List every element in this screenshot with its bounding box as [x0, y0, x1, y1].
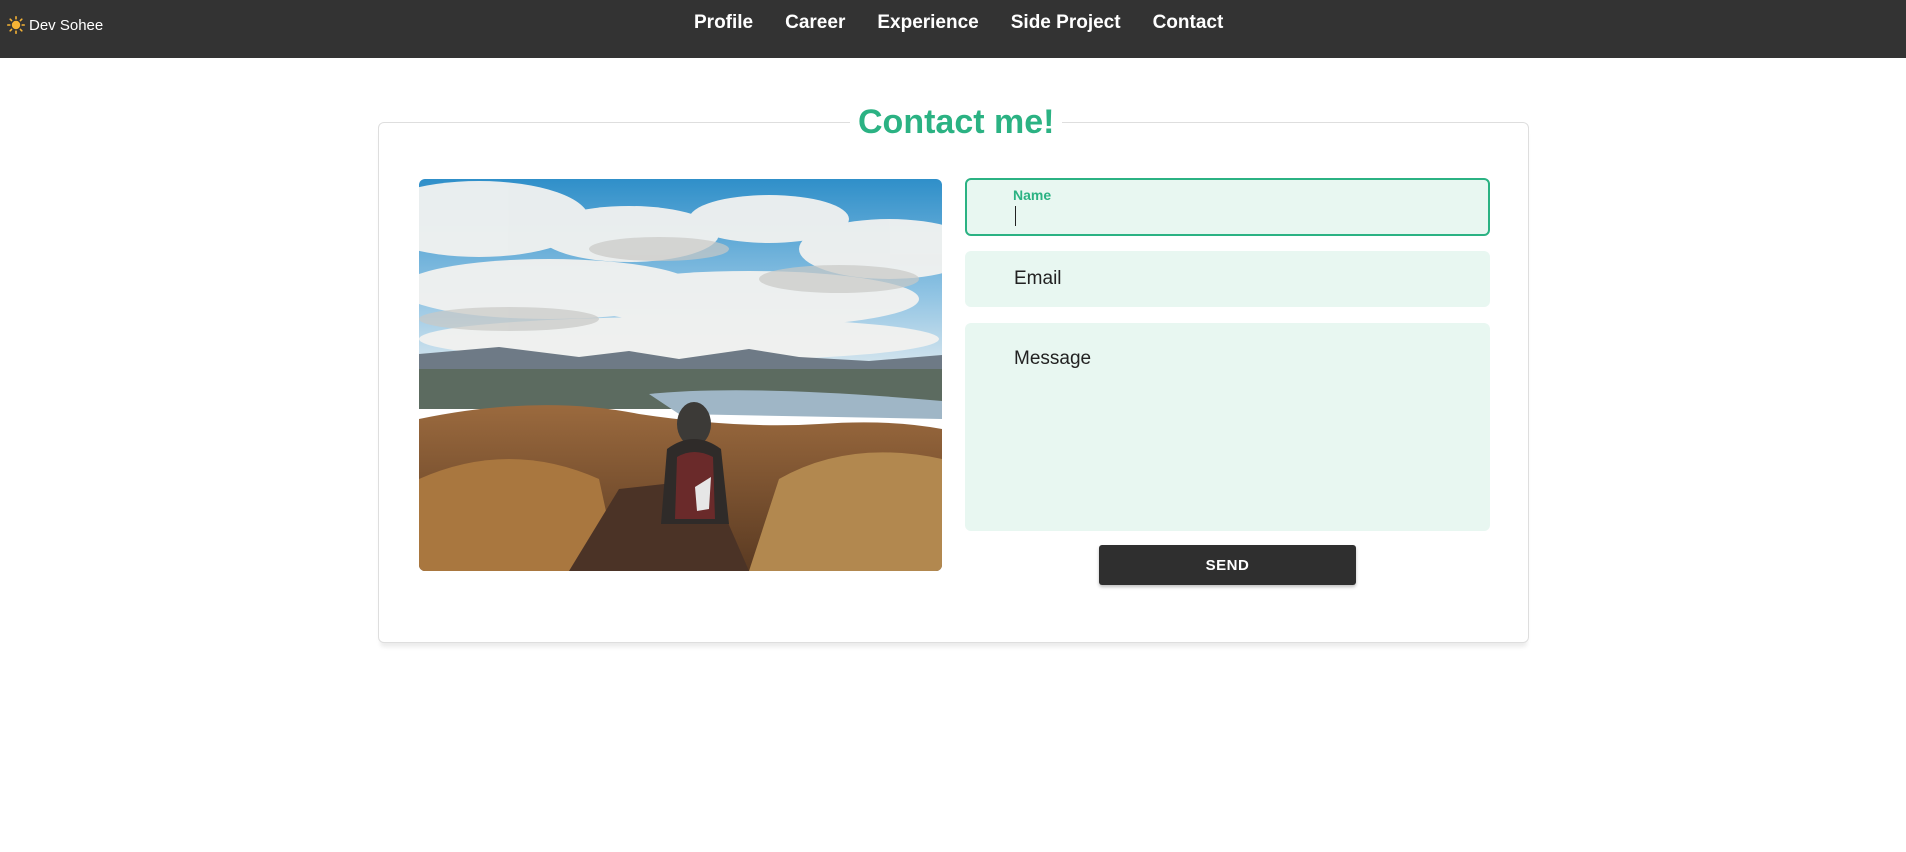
- nav-item-career[interactable]: Career: [785, 12, 845, 34]
- nav-item-contact[interactable]: Contact: [1153, 12, 1224, 34]
- name-field[interactable]: Name: [965, 178, 1490, 236]
- nav-item-side-project[interactable]: Side Project: [1011, 12, 1121, 34]
- message-placeholder: Message: [1014, 348, 1092, 369]
- contact-title: Contact me!: [850, 100, 1063, 144]
- send-button[interactable]: SEND: [1099, 545, 1356, 585]
- top-nav-bar: Dev Sohee Profile Career Experience Side…: [0, 0, 1906, 58]
- brand-label: Dev Sohee: [29, 16, 104, 34]
- main-nav: Profile Career Experience Side Project C…: [694, 12, 1223, 34]
- email-field[interactable]: Email: [965, 251, 1490, 307]
- nav-item-experience[interactable]: Experience: [877, 12, 978, 34]
- sun-icon: [7, 16, 26, 35]
- nav-item-profile[interactable]: Profile: [694, 12, 753, 34]
- name-field-label: Name: [1013, 187, 1052, 203]
- message-field[interactable]: Message: [965, 323, 1490, 531]
- brand-logo[interactable]: Dev Sohee: [7, 15, 103, 35]
- contact-photo: [419, 179, 942, 571]
- email-placeholder: Email: [1014, 268, 1062, 289]
- text-caret: [1015, 206, 1016, 226]
